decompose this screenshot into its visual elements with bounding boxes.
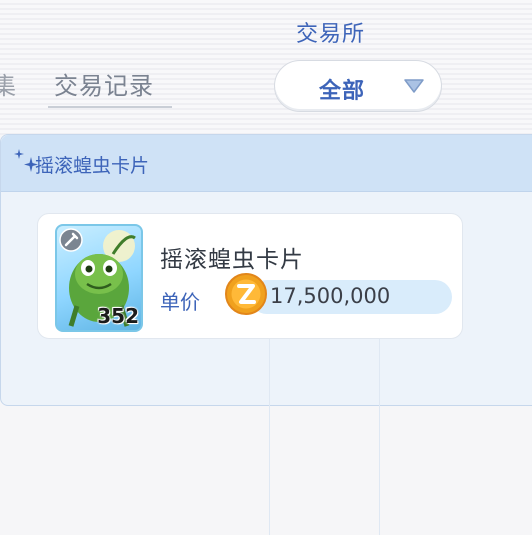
unit-price-value: 17,500,000 — [270, 284, 391, 308]
page-title: 交易所 — [296, 22, 366, 47]
filter-dropdown[interactable]: 全部 — [274, 60, 442, 112]
panel-header: 摇滚蝗虫卡片 — [1, 135, 532, 192]
chevron-down-icon — [404, 79, 424, 93]
z-coin-icon — [225, 273, 267, 315]
filter-selected-label: 全部 — [319, 79, 366, 104]
tab-underline — [48, 106, 172, 108]
sword-icon — [59, 228, 83, 252]
item-quantity: 352 — [97, 304, 139, 328]
listing-card[interactable]: 352 摇滚蝗虫卡片 单价 17,500,000 — [37, 213, 463, 339]
grid-divider — [379, 325, 380, 535]
unit-price-label: 单价 — [160, 290, 200, 314]
tab-trade-records[interactable]: 交易记录 — [54, 66, 154, 101]
grid-divider — [269, 325, 270, 535]
item-thumbnail: 352 — [55, 224, 143, 332]
listing-panel: 摇滚蝗虫卡片 352 摇滚蝗虫卡片 单价 17,500,000 — [0, 134, 532, 535]
panel-title: 摇滚蝗虫卡片 — [35, 155, 150, 177]
item-name: 摇滚蝗虫卡片 — [160, 247, 304, 273]
tab-partial[interactable]: 集 — [0, 66, 16, 101]
